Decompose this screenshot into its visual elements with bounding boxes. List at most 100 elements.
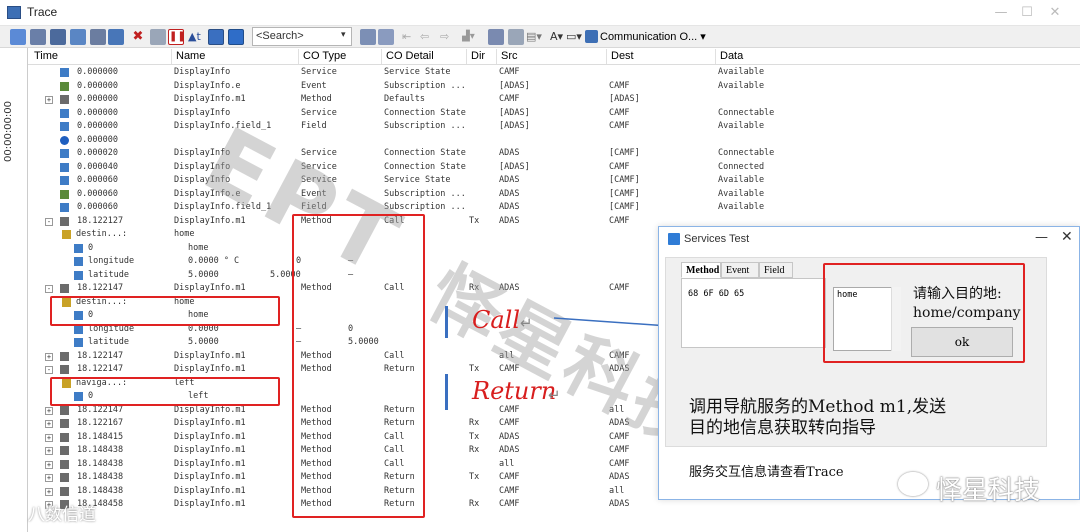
toolbar-icon-9[interactable] <box>208 29 224 45</box>
col-dir[interactable]: Dir <box>471 50 485 62</box>
table-row[interactable]: 0.000000 DisplayInfo Service Service State C… <box>28 66 1080 80</box>
toolbar-icon-14[interactable] <box>508 29 524 45</box>
col-name[interactable]: Name <box>176 50 205 62</box>
toolbar-icon-13[interactable] <box>488 29 504 45</box>
delete-icon[interactable]: ✖ <box>130 29 146 45</box>
col-divider[interactable] <box>466 49 467 64</box>
cell-src: ADAS <box>499 283 520 293</box>
maximize-button[interactable]: ☐ <box>1016 4 1038 22</box>
cell-dest: [ADAS] <box>609 94 640 104</box>
cell-time: 0.000000 <box>77 121 118 131</box>
col-time[interactable]: Time <box>34 50 58 62</box>
toolbar-icon-10[interactable] <box>228 29 244 45</box>
tab-field[interactable]: Field <box>759 262 793 278</box>
layout-icon[interactable]: ▤▾ <box>526 29 542 45</box>
expand-toggle[interactable]: + <box>45 487 53 496</box>
expand-toggle[interactable]: - <box>45 285 53 293</box>
toolbar-icon-4[interactable] <box>70 29 86 45</box>
expand-toggle[interactable]: + <box>45 420 53 428</box>
chevron-down-icon[interactable]: ▾ <box>341 30 351 42</box>
cell-cotype: Field <box>301 202 327 212</box>
event-icon <box>60 189 69 199</box>
tab-event[interactable]: Event <box>721 262 759 278</box>
col-cotype[interactable]: CO Type <box>303 50 346 62</box>
cell-src: [ADAS] <box>499 121 530 131</box>
dialog-close-button[interactable]: ✕ <box>1061 229 1073 245</box>
trace-note: 服务交互信息请查看Trace <box>689 465 844 480</box>
toolbar-icon-1[interactable] <box>10 29 26 45</box>
toolbar-icon-3[interactable] <box>50 29 66 45</box>
cell-name: DisplayInfo.m1 <box>174 458 246 469</box>
back-icon[interactable]: ⇦ <box>420 29 436 45</box>
col-dest[interactable]: Dest <box>611 50 634 62</box>
col-divider[interactable] <box>606 49 607 64</box>
cell-detail: Subscription ... <box>384 80 466 91</box>
description-line-1: 调用导航服务的Method m1,发送 <box>689 397 947 417</box>
table-row[interactable]: +0.000000 DisplayInfo.m1 Method Defaults CAM… <box>28 93 1080 107</box>
col-divider[interactable] <box>298 49 299 64</box>
expand-toggle[interactable]: + <box>45 352 53 361</box>
expand-toggle[interactable]: + <box>45 96 53 104</box>
expand-toggle[interactable]: + <box>45 406 53 415</box>
col-divider[interactable] <box>496 49 497 64</box>
expand-toggle[interactable]: + <box>45 460 53 469</box>
table-row[interactable]: 0.000060 DisplayInfo Service Service State A… <box>28 174 1080 188</box>
close-button[interactable]: ✕ <box>1044 4 1066 22</box>
cell-time: 18.122127 <box>77 215 124 226</box>
cell-name: DisplayInfo.field_1 <box>174 121 272 131</box>
table-row[interactable]: 0.000000 DisplayInfo.field_1 Field Subscrip… <box>28 120 1080 134</box>
toolbar-icon-12[interactable] <box>378 29 394 45</box>
minimize-button[interactable]: — <box>990 4 1012 22</box>
sort-icon[interactable]: ▲t <box>188 29 204 45</box>
value-icon <box>74 243 83 253</box>
cell-time: 18.122147 <box>77 364 124 374</box>
table-row[interactable]: +18.148458 DisplayInfo.m1 Method Return Rx CA… <box>28 498 1080 512</box>
table-row[interactable]: 0.000040 DisplayInfo Service Connection Sta… <box>28 161 1080 175</box>
cell-dest: CAMF <box>609 458 630 469</box>
expand-toggle[interactable]: + <box>45 474 53 482</box>
cell-time: 18.122147 <box>77 283 124 293</box>
expand-toggle[interactable]: - <box>45 366 53 374</box>
col-divider[interactable] <box>171 49 172 64</box>
communication-icon[interactable] <box>585 30 598 43</box>
dialog-minimize-button[interactable]: — <box>1035 230 1048 245</box>
time-offset-label: 00:00:00:00 <box>3 100 14 162</box>
toolbar-icon-5[interactable] <box>90 29 106 45</box>
cell-time: 18.122147 <box>77 350 124 361</box>
expand-toggle[interactable]: - <box>45 217 53 226</box>
method-icon <box>60 432 69 442</box>
table-row[interactable]: 0.000000 DisplayInfo.e Event Subscription .… <box>28 80 1080 94</box>
col-data[interactable]: Data <box>720 50 743 62</box>
tab-method[interactable]: Method <box>681 262 721 278</box>
cell-detail: Service State <box>384 175 451 185</box>
search-input[interactable]: <Search> <box>252 27 352 46</box>
col-divider[interactable] <box>381 49 382 64</box>
expand-toggle[interactable]: + <box>45 433 53 442</box>
toolbar-icon-7[interactable] <box>150 29 166 45</box>
table-row[interactable]: 0.000060 DisplayInfo.field_1 Field Subscrip… <box>28 201 1080 215</box>
pause-icon[interactable]: ❚❚ <box>168 29 186 45</box>
table-row[interactable]: 0.000000 DisplayInfo Service Connection Sta… <box>28 107 1080 121</box>
communication-dropdown[interactable]: Communication O... ▾ <box>600 30 706 43</box>
prev-icon[interactable]: ⇤ <box>402 29 418 45</box>
table-row[interactable]: 0.000060 DisplayInfo.e Event Subscription .… <box>28 188 1080 202</box>
call-annotation-bar <box>445 306 448 338</box>
col-src[interactable]: Src <box>501 50 518 62</box>
forward-icon[interactable]: ⇨ <box>440 29 456 45</box>
method-highlight-box <box>292 214 425 518</box>
window-icon[interactable]: ▭▾ <box>566 29 582 45</box>
toolbar-icon-2[interactable] <box>30 29 46 45</box>
toolbar-icon-11[interactable] <box>360 29 376 45</box>
table-row[interactable]: 0.000000 <box>28 134 1080 148</box>
expand-toggle[interactable]: + <box>45 447 53 455</box>
col-divider[interactable] <box>715 49 716 64</box>
table-row[interactable]: 0.000020 DisplayInfo Service Connection Sta… <box>28 147 1080 161</box>
find-icon[interactable] <box>108 29 124 45</box>
return-annotation-bar <box>445 374 448 410</box>
chart-icon[interactable]: ▟▾ <box>462 29 478 45</box>
cell-detail: Defaults <box>384 94 425 104</box>
col-codetail[interactable]: CO Detail <box>386 50 434 62</box>
value-icon <box>74 338 83 347</box>
ok-button[interactable]: ok <box>911 327 1013 357</box>
font-icon[interactable]: A▾ <box>550 29 566 45</box>
